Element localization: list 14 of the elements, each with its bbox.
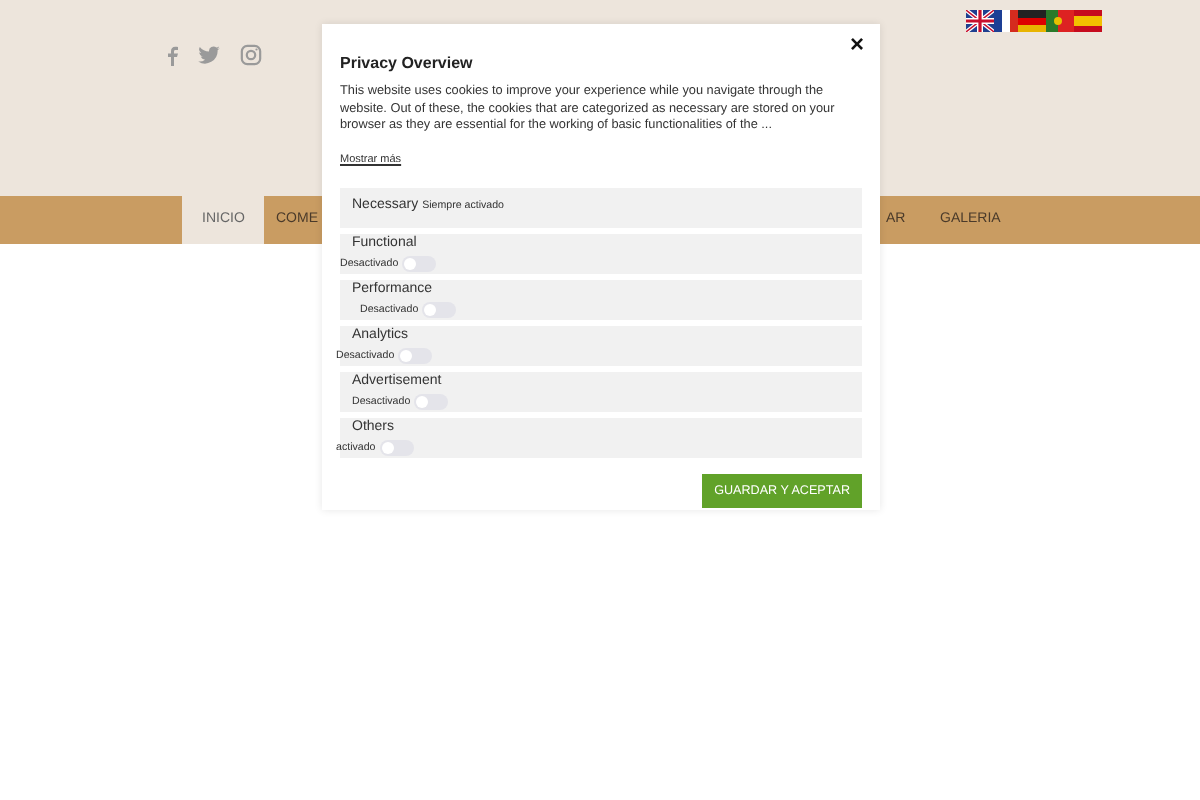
twitter-icon[interactable]	[198, 46, 220, 64]
toggle-switch[interactable]	[422, 301, 457, 318]
germany-flag-icon[interactable]	[1018, 10, 1046, 32]
toggle-switch[interactable]	[414, 393, 449, 410]
dialog-title: Privacy Overview	[340, 54, 475, 72]
facebook-icon[interactable]	[166, 45, 178, 65]
spain-flag-icon[interactable]	[1074, 10, 1102, 32]
france-flag-icon[interactable]	[994, 10, 1018, 32]
toggle-switch[interactable]	[398, 347, 433, 364]
toggle-switch[interactable]	[379, 439, 414, 456]
uk-flag-icon[interactable]	[966, 10, 994, 32]
close-button[interactable]: ×	[845, 32, 868, 56]
instagram-icon[interactable]	[240, 44, 262, 66]
toggle-switch[interactable]	[402, 255, 437, 272]
